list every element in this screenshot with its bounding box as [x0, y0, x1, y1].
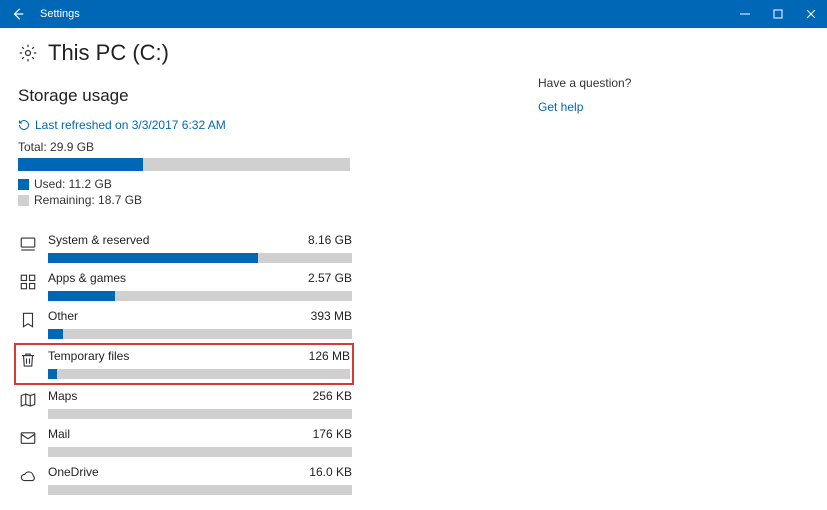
side-panel: Have a question? Get help	[538, 28, 738, 510]
maximize-icon	[772, 8, 784, 20]
category-row-mail[interactable]: Mail 176 KB	[18, 423, 352, 461]
help-question: Have a question?	[538, 76, 738, 90]
category-name: Temporary files	[48, 349, 129, 363]
category-body: System & reserved 8.16 GB	[48, 233, 352, 263]
category-fill	[48, 329, 63, 339]
category-size: 176 KB	[313, 427, 352, 441]
close-button[interactable]	[794, 0, 827, 28]
category-row-temporary-files[interactable]: Temporary files 126 MB	[14, 343, 354, 385]
minimize-icon	[739, 8, 751, 20]
storage-heading: Storage usage	[18, 86, 538, 106]
category-body: Apps & games 2.57 GB	[48, 271, 352, 301]
category-name: Mail	[48, 427, 70, 441]
category-body: Temporary files 126 MB	[48, 349, 350, 379]
category-body: Maps 256 KB	[48, 389, 352, 419]
category-size: 393 MB	[311, 309, 352, 323]
category-bar	[48, 409, 352, 419]
category-row-maps[interactable]: Maps 256 KB	[18, 385, 352, 423]
category-size: 8.16 GB	[308, 233, 352, 247]
close-icon	[805, 8, 817, 20]
main-panel: This PC (C:) Storage usage Last refreshe…	[18, 28, 538, 510]
category-bar	[48, 369, 350, 379]
total-usage-bar	[18, 158, 350, 171]
minimize-button[interactable]	[728, 0, 761, 28]
category-body: OneDrive 16.0 KB	[48, 465, 352, 495]
category-size: 126 MB	[309, 349, 350, 363]
legend-remaining: Remaining: 18.7 GB	[18, 193, 538, 207]
legend-remaining-swatch	[18, 195, 29, 206]
category-name: Apps & games	[48, 271, 126, 285]
category-bar	[48, 447, 352, 457]
category-row-other[interactable]: Other 393 MB	[18, 305, 352, 343]
back-button[interactable]	[0, 0, 36, 28]
category-row-system-reserved[interactable]: System & reserved 8.16 GB	[18, 229, 352, 267]
category-fill	[48, 253, 258, 263]
titlebar: Settings	[0, 0, 827, 28]
category-size: 256 KB	[313, 389, 352, 403]
category-size: 16.0 KB	[309, 465, 352, 479]
bookmark-icon	[18, 310, 38, 330]
app-name: Settings	[40, 8, 80, 20]
refresh-link[interactable]: Last refreshed on 3/3/2017 6:32 AM	[18, 118, 538, 132]
category-bar	[48, 253, 352, 263]
maximize-button[interactable]	[761, 0, 794, 28]
category-fill	[48, 369, 57, 379]
window-controls	[728, 0, 827, 28]
categories-list: System & reserved 8.16 GB Apps & games 2.57…	[18, 229, 538, 499]
category-name: OneDrive	[48, 465, 99, 479]
arrow-left-icon	[11, 7, 25, 21]
category-body: Other 393 MB	[48, 309, 352, 339]
category-size: 2.57 GB	[308, 271, 352, 285]
page-title: This PC (C:)	[48, 40, 169, 66]
category-name: Other	[48, 309, 78, 323]
category-bar	[48, 329, 352, 339]
legend-used-swatch	[18, 179, 29, 190]
total-usage-fill	[18, 158, 143, 171]
category-name: Maps	[48, 389, 77, 403]
total-label: Total: 29.9 GB	[18, 140, 538, 154]
help-link[interactable]: Get help	[538, 100, 738, 114]
category-body: Mail 176 KB	[48, 427, 352, 457]
category-row-apps-games[interactable]: Apps & games 2.57 GB	[18, 267, 352, 305]
category-bar	[48, 291, 352, 301]
mail-icon	[18, 428, 38, 448]
refresh-icon	[18, 119, 30, 131]
legend-used: Used: 11.2 GB	[18, 177, 538, 191]
legend-remaining-label: Remaining: 18.7 GB	[34, 193, 142, 207]
category-name: System & reserved	[48, 233, 149, 247]
monitor-icon	[18, 234, 38, 254]
category-fill	[48, 291, 115, 301]
map-icon	[18, 390, 38, 410]
apps-icon	[18, 272, 38, 292]
gear-icon	[18, 43, 38, 63]
refresh-label: Last refreshed on 3/3/2017 6:32 AM	[35, 118, 226, 132]
legend-used-label: Used: 11.2 GB	[34, 177, 112, 191]
category-row-onedrive[interactable]: OneDrive 16.0 KB	[18, 461, 352, 499]
trash-icon	[18, 350, 38, 370]
cloud-icon	[18, 466, 38, 486]
category-bar	[48, 485, 352, 495]
